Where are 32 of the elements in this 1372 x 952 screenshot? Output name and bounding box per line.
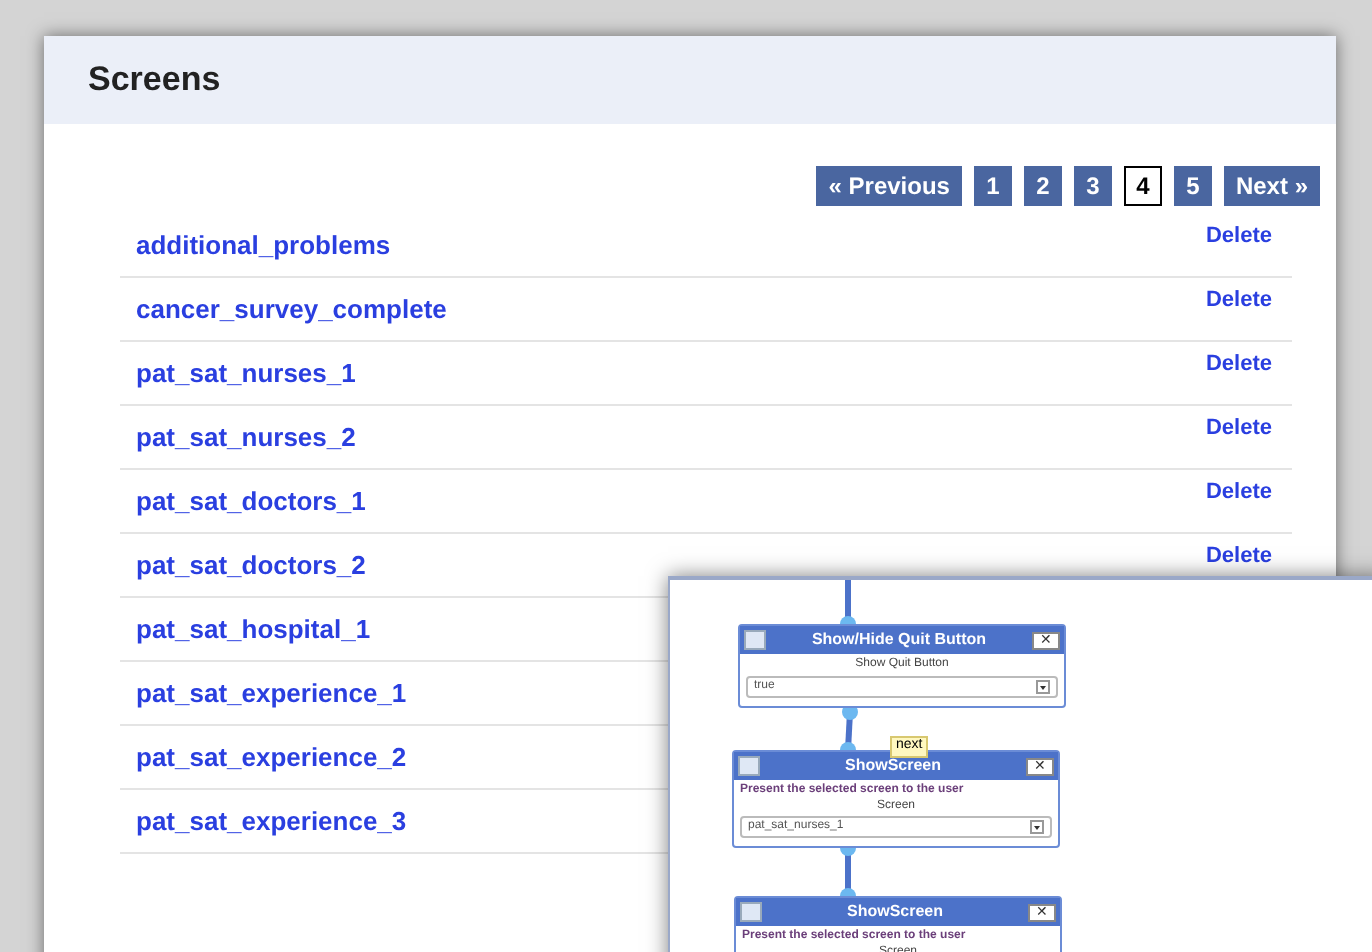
- node-title: Show/Hide Quit Button: [809, 632, 989, 648]
- page-button[interactable]: 2: [1023, 166, 1062, 206]
- screen-link[interactable]: pat_sat_doctors_1: [136, 481, 366, 521]
- edit-icon[interactable]: [744, 630, 766, 650]
- previous-button[interactable]: « Previous: [816, 166, 962, 206]
- screen-link[interactable]: additional_problems: [136, 225, 391, 265]
- delete-link[interactable]: Delete: [1205, 290, 1272, 312]
- next-button[interactable]: Next »: [1223, 166, 1320, 206]
- screen-link[interactable]: pat_sat_nurses_2: [136, 417, 356, 457]
- panel-title: Screens: [88, 58, 221, 103]
- page-button[interactable]: 1: [973, 166, 1012, 206]
- screen-link[interactable]: pat_sat_nurses_1: [136, 353, 356, 393]
- screen-link[interactable]: pat_sat_experience_3: [136, 801, 407, 841]
- screen-link[interactable]: pat_sat_doctors_2: [136, 545, 366, 585]
- page-button[interactable]: 5: [1173, 166, 1212, 206]
- edit-icon[interactable]: [738, 756, 760, 776]
- edit-icon[interactable]: [740, 902, 762, 922]
- delete-link[interactable]: Delete: [1205, 418, 1272, 440]
- screen-link[interactable]: pat_sat_experience_2: [136, 737, 407, 777]
- node-title: ShowScreen: [844, 904, 945, 920]
- screen-link[interactable]: pat_sat_hospital_1: [136, 609, 371, 649]
- screen-link[interactable]: pat_sat_experience_1: [136, 673, 407, 713]
- screen-link[interactable]: cancer_survey_complete: [136, 289, 447, 329]
- delete-link[interactable]: Delete: [1205, 546, 1272, 568]
- node-title: ShowScreen: [842, 758, 943, 774]
- dropdown-icon: [1036, 679, 1050, 693]
- delete-link[interactable]: Delete: [1205, 482, 1272, 504]
- delete-link[interactable]: Delete: [1205, 354, 1272, 376]
- delete-link[interactable]: Delete: [1205, 226, 1272, 248]
- page-button[interactable]: 4: [1123, 166, 1162, 206]
- page-button[interactable]: 3: [1073, 166, 1112, 206]
- dropdown-icon: [1030, 820, 1044, 834]
